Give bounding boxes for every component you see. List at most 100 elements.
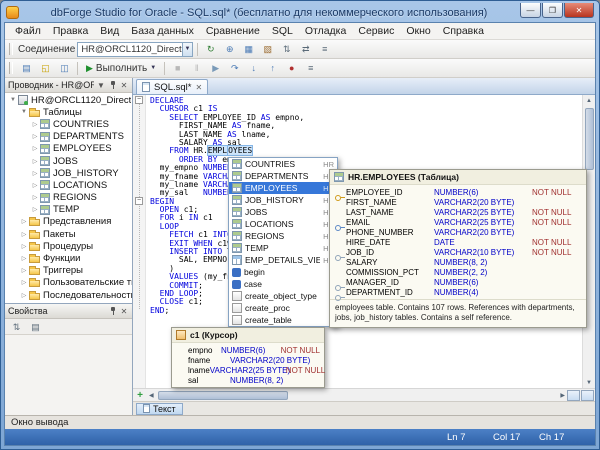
close-icon[interactable]: ✕ bbox=[119, 81, 129, 90]
toolbar-button-start-debugging[interactable]: ▶ bbox=[207, 61, 224, 76]
expand-glyph[interactable]: ▷ bbox=[19, 267, 29, 274]
tree-root-connection[interactable]: ▼HR@ORCL1120_Direct bbox=[5, 94, 132, 106]
toolbar-button-breakpoints[interactable]: ● bbox=[283, 61, 300, 76]
toolbar-grip[interactable] bbox=[9, 43, 13, 55]
execute-button[interactable]: ▶ Выполнить ▼ bbox=[82, 60, 160, 76]
tree-table-temp[interactable]: ▷TEMP bbox=[5, 204, 132, 216]
expand-glyph[interactable]: ▷ bbox=[30, 206, 40, 213]
toolbar-button-query-builder[interactable]: ▧ bbox=[259, 42, 276, 57]
pin-icon[interactable] bbox=[108, 80, 117, 90]
expand-glyph[interactable]: ▷ bbox=[19, 292, 29, 299]
menu-отладка[interactable]: Отладка bbox=[299, 24, 353, 38]
pin-icon[interactable] bbox=[108, 306, 117, 316]
expand-glyph[interactable]: ▷ bbox=[19, 231, 29, 238]
toolbar-button-pause-execution[interactable]: ‖ bbox=[188, 61, 205, 76]
title-bar[interactable]: dbForge Studio for Oracle - SQL.sql* (бе… bbox=[4, 1, 596, 22]
expand-glyph[interactable]: ▷ bbox=[19, 279, 29, 286]
autocomplete-item-create_proc[interactable]: create_proc bbox=[229, 302, 337, 314]
toolbar-grip[interactable] bbox=[9, 62, 13, 74]
tree-table-locations[interactable]: ▷LOCATIONS bbox=[5, 179, 132, 191]
toolbar-button-import-export[interactable]: ⇅ bbox=[278, 42, 295, 57]
scrollbar-thumb[interactable] bbox=[585, 108, 594, 170]
tree-table-job_history[interactable]: ▷JOB_HISTORY bbox=[5, 167, 132, 179]
expand-glyph[interactable]: ▷ bbox=[30, 121, 40, 128]
tree-folder-пользовательские-типы[interactable]: ▷Пользовательские типы bbox=[5, 277, 132, 289]
toolbar-button-save[interactable]: ◫ bbox=[56, 61, 73, 76]
scroll-down-icon[interactable]: ▼ bbox=[586, 377, 592, 388]
autocomplete-item-locations[interactable]: LOCATIONSHR bbox=[229, 218, 337, 230]
autocomplete-item-case[interactable]: case bbox=[229, 278, 337, 290]
expand-glyph[interactable]: ▷ bbox=[30, 182, 40, 189]
toolbar-button-schema-compare[interactable]: ⇄ bbox=[297, 42, 314, 57]
tree-folder-процедуры[interactable]: ▷Процедуры bbox=[5, 240, 132, 252]
tree-table-employees[interactable]: ▷EMPLOYEES bbox=[5, 143, 132, 155]
autocomplete-item-temp[interactable]: TEMPHR bbox=[229, 242, 337, 254]
chevron-down-icon[interactable]: ▼ bbox=[150, 65, 156, 71]
scroll-right-icon[interactable]: ▶ bbox=[558, 390, 567, 401]
tree-folder-tables[interactable]: ▼Таблицы bbox=[5, 106, 132, 118]
toolbar-button-options[interactable]: ≡ bbox=[316, 42, 333, 57]
properties-header[interactable]: Свойства ✕ bbox=[5, 304, 132, 319]
tree-folder-пакеты[interactable]: ▷Пакеты bbox=[5, 228, 132, 240]
toolbar-button-open-file[interactable]: ◱ bbox=[37, 61, 54, 76]
tree-table-regions[interactable]: ▷REGIONS bbox=[5, 192, 132, 204]
toolbar-button-format-sql[interactable]: ≡ bbox=[302, 61, 319, 76]
explorer-header[interactable]: Проводник - HR@ORCL11... ▼ ✕ bbox=[5, 78, 132, 93]
autocomplete-item-regions[interactable]: REGIONSHR bbox=[229, 230, 337, 242]
toolbar-button-new-database-object[interactable]: ⊕ bbox=[221, 42, 238, 57]
close-tab-icon[interactable]: ✕ bbox=[196, 83, 203, 92]
minimize-button[interactable]: — bbox=[520, 3, 541, 18]
autocomplete-item-employees[interactable]: EMPLOYEESHR bbox=[229, 182, 337, 194]
autocomplete-item-create_object_type[interactable]: create_object_type bbox=[229, 290, 337, 302]
categorized-view-button[interactable]: ▤ bbox=[27, 320, 44, 335]
autocomplete-item-create_table[interactable]: create_table bbox=[229, 314, 337, 326]
toolbar-button-new-table[interactable]: ▦ bbox=[240, 42, 257, 57]
autocomplete-item-job_history[interactable]: JOB_HISTORYHR bbox=[229, 194, 337, 206]
toolbar-button-new-sql-document[interactable]: ▤ bbox=[18, 61, 35, 76]
menu-база-данных[interactable]: База данных bbox=[125, 24, 200, 38]
tree-folder-последовательности[interactable]: ▷Последовательности bbox=[5, 289, 132, 301]
tree-table-departments[interactable]: ▷DEPARTMENTS bbox=[5, 131, 132, 143]
close-button[interactable]: ✕ bbox=[564, 3, 594, 18]
expand-glyph[interactable]: ▷ bbox=[30, 194, 40, 201]
menu-справка[interactable]: Справка bbox=[437, 24, 490, 38]
tree-table-countries[interactable]: ▷COUNTRIES bbox=[5, 118, 132, 130]
tab-text-view[interactable]: Текст bbox=[136, 403, 183, 415]
output-window-bar[interactable]: Окно вывода bbox=[5, 415, 595, 429]
toolbar-button-stop-execution[interactable]: ■ bbox=[169, 61, 186, 76]
expand-glyph[interactable]: ▷ bbox=[30, 133, 40, 140]
menu-вид[interactable]: Вид bbox=[94, 24, 125, 38]
autocomplete-item-jobs[interactable]: JOBSHR bbox=[229, 206, 337, 218]
sort-alphabetical-button[interactable]: ⇅ bbox=[8, 320, 25, 335]
tree-folder-представления[interactable]: ▷Представления bbox=[5, 216, 132, 228]
connection-combobox[interactable]: HR@ORCL1120_Direct ▼ bbox=[77, 42, 193, 57]
menu-окно[interactable]: Окно bbox=[400, 24, 436, 38]
expand-glyph[interactable]: ▷ bbox=[19, 255, 29, 262]
split-window-button[interactable] bbox=[567, 390, 580, 401]
expand-glyph[interactable]: ▷ bbox=[30, 158, 40, 165]
code-editor[interactable]: − − DECLARE CURSOR c1 IS SELECT EMPLOYEE… bbox=[133, 95, 595, 388]
menu-правка[interactable]: Правка bbox=[47, 24, 94, 38]
horizontal-scrollbar[interactable] bbox=[156, 389, 559, 401]
fold-marker[interactable]: − bbox=[135, 96, 143, 104]
expand-glyph[interactable]: ▷ bbox=[30, 170, 40, 177]
autocomplete-item-departments[interactable]: DEPARTMENTSHR bbox=[229, 170, 337, 182]
toolbar-button-step-out[interactable]: ↑ bbox=[264, 61, 281, 76]
chevron-down-icon[interactable]: ▼ bbox=[182, 43, 193, 56]
tree-folder-функции[interactable]: ▷Функции bbox=[5, 252, 132, 264]
autocomplete-item-emp_details_view[interactable]: EMP_DETAILS_VIEWHR bbox=[229, 254, 337, 266]
tab-sql-document[interactable]: SQL.sql* ✕ bbox=[136, 79, 208, 94]
menu-сервис[interactable]: Сервис bbox=[352, 24, 400, 38]
fold-marker[interactable]: − bbox=[135, 197, 143, 205]
close-icon[interactable]: ✕ bbox=[119, 307, 129, 316]
expand-glyph[interactable]: ▷ bbox=[30, 145, 40, 152]
scroll-left-icon[interactable]: ◀ bbox=[147, 390, 156, 401]
expand-glyph[interactable]: ▼ bbox=[19, 109, 29, 115]
toolbar-button-step-into[interactable]: ↓ bbox=[245, 61, 262, 76]
menu-сравнение[interactable]: Сравнение bbox=[200, 24, 266, 38]
expand-glyph[interactable]: ▼ bbox=[8, 97, 18, 103]
menu-sql[interactable]: SQL bbox=[266, 24, 299, 38]
maximize-button[interactable]: ❐ bbox=[542, 3, 563, 18]
toolbar-button-refresh-connection[interactable]: ↻ bbox=[202, 42, 219, 57]
chevron-down-icon[interactable]: ▼ bbox=[96, 81, 106, 90]
